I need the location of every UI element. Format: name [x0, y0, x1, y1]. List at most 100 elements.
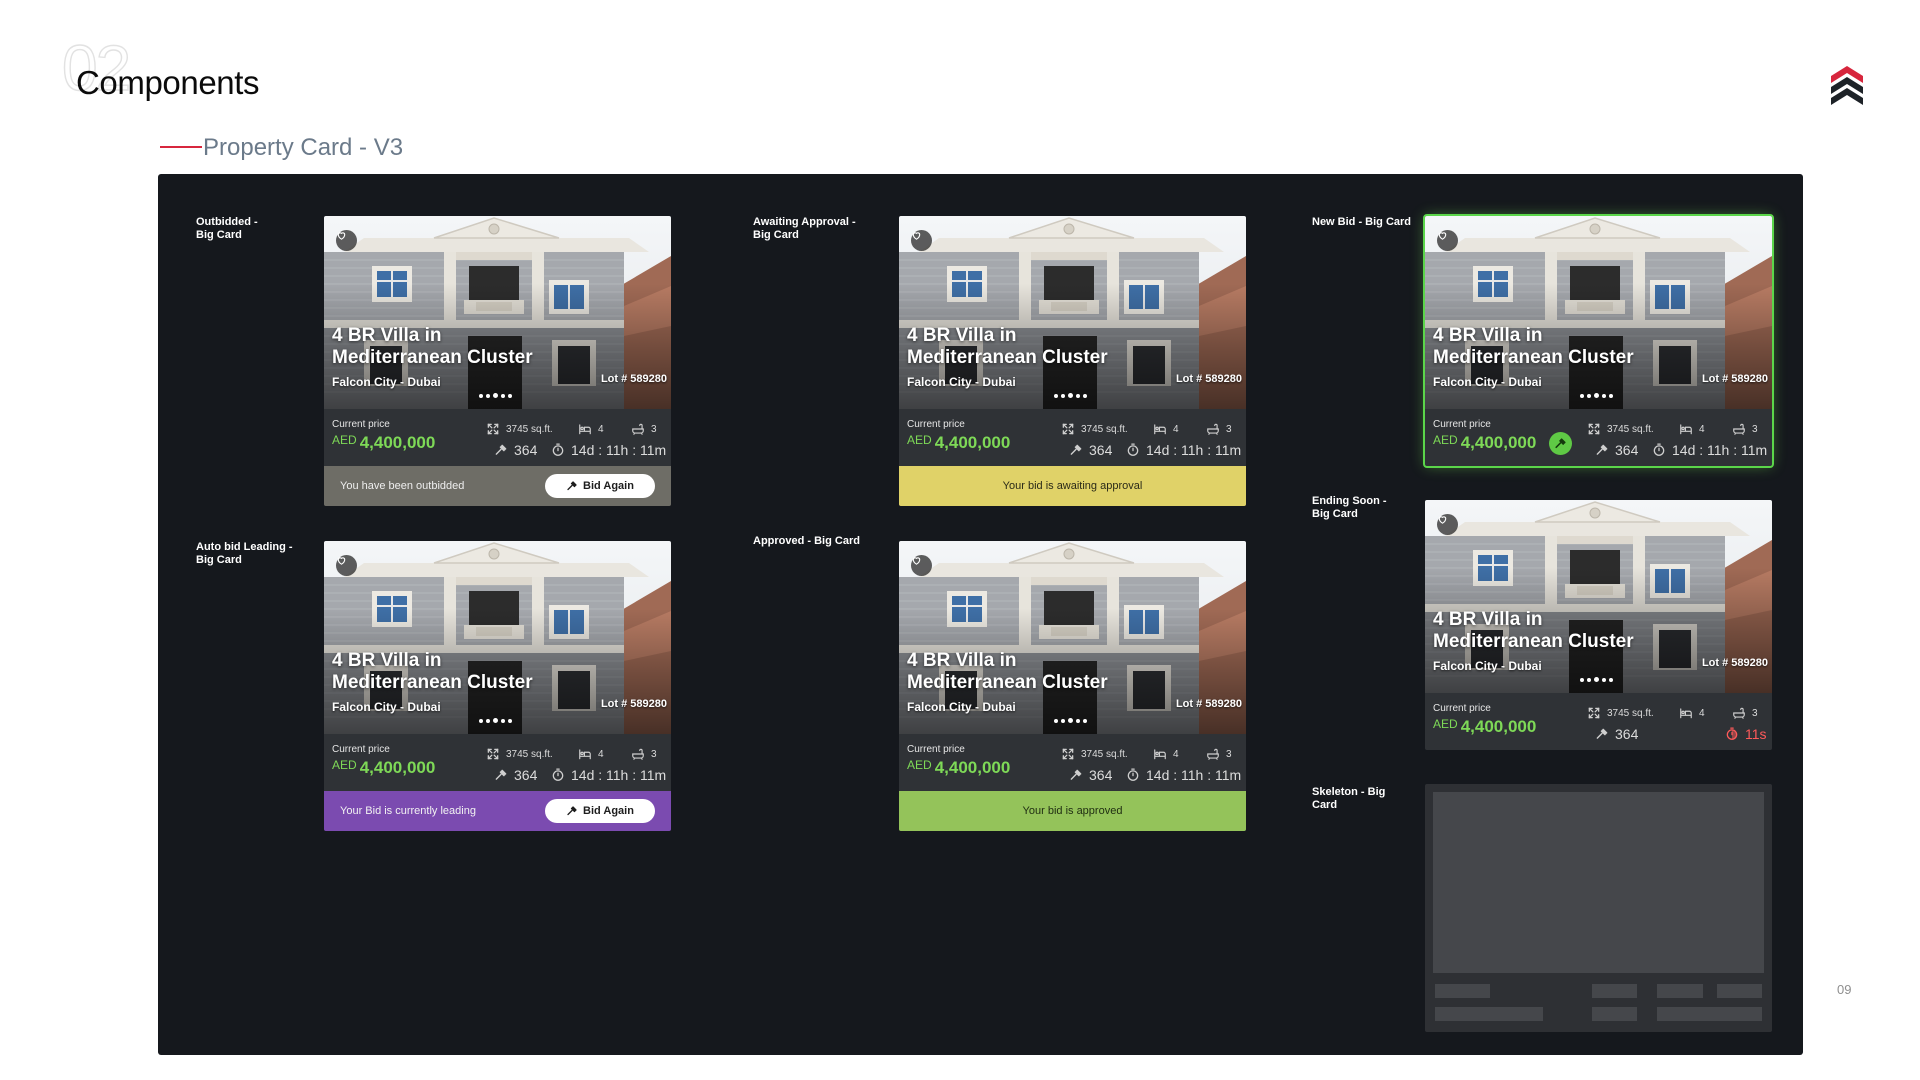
carousel-dots[interactable]	[1580, 677, 1613, 682]
beds-value: 4	[598, 423, 604, 435]
baths-value: 3	[1752, 423, 1758, 435]
property-location: Falcon City - Dubai	[1433, 375, 1542, 389]
price-amount: 4,400,000	[359, 758, 436, 777]
area-stat: 3745 sq.ft.	[1587, 422, 1654, 436]
stopwatch-icon	[1126, 443, 1140, 457]
property-photo[interactable]: 4 BR Villa in Mediterranean Cluster Falc…	[1425, 500, 1772, 693]
status-message: Your bid is approved	[1022, 805, 1123, 817]
property-photo[interactable]: 4 BR Villa in Mediterranean Cluster Falc…	[1425, 216, 1772, 409]
card-info: Current price AED 4,400,000 3745 sq.ft. 4…	[324, 409, 671, 464]
property-title: 4 BR Villa in Mediterranean Cluster	[1433, 325, 1634, 368]
carousel-dots[interactable]	[479, 718, 512, 723]
price-label: Current price	[907, 419, 965, 430]
property-location: Falcon City - Dubai	[332, 700, 441, 714]
beds-stat: 4	[1679, 422, 1705, 436]
property-title: 4 BR Villa in Mediterranean Cluster	[1433, 609, 1634, 652]
lot-number: Lot # 589280	[1701, 657, 1768, 669]
gavel-icon	[1069, 443, 1083, 457]
carousel-dots[interactable]	[479, 393, 512, 398]
property-card-outbidded[interactable]: 4 BR Villa in Mediterranean Cluster Falc…	[324, 216, 671, 506]
currency: AED	[907, 758, 932, 772]
price-label: Current price	[1433, 419, 1491, 430]
stopwatch-icon	[1652, 443, 1666, 457]
property-title: 4 BR Villa in Mediterranean Cluster	[332, 325, 533, 368]
label-outbidded: Outbidded - Big Card	[196, 216, 258, 241]
skeleton-line	[1435, 1007, 1543, 1021]
new-bid-badge	[1549, 432, 1572, 455]
property-card-auto-bid-leading[interactable]: 4 BR Villa in Mediterranean Cluster Falc…	[324, 541, 671, 831]
favorite-button[interactable]	[1437, 514, 1458, 535]
card-info: Current price AED 4,400,000 3745 sq.ft. 4…	[899, 409, 1246, 464]
baths-value: 3	[1226, 748, 1232, 760]
bathtub-icon	[631, 747, 645, 761]
price-label: Current price	[1433, 703, 1491, 714]
bid-again-button[interactable]: Bid Again	[545, 799, 655, 823]
skeleton-line	[1592, 984, 1637, 998]
property-photo[interactable]: 4 BR Villa in Mediterranean Cluster Falc…	[899, 541, 1246, 734]
gavel-icon	[494, 443, 508, 457]
heart-icon	[911, 230, 922, 241]
time-left-stat: 14d : 11h : 11m	[551, 767, 666, 783]
lot-number: Lot # 589280	[1175, 373, 1242, 385]
skeleton-line	[1435, 984, 1490, 998]
expand-arrows-icon	[486, 422, 500, 436]
property-photo[interactable]: 4 BR Villa in Mediterranean Cluster Falc…	[324, 216, 671, 409]
favorite-button[interactable]	[911, 230, 932, 251]
favorite-button[interactable]	[336, 230, 357, 251]
bids-value: 364	[514, 442, 538, 458]
time-left-value: 14d : 11h : 11m	[1672, 442, 1768, 458]
area-value: 3745 sq.ft.	[1081, 423, 1128, 435]
time-left-value: 14d : 11h : 11m	[1146, 767, 1242, 783]
price-label: Current price	[332, 744, 390, 755]
favorite-button[interactable]	[1437, 230, 1458, 251]
property-card-approved[interactable]: 4 BR Villa in Mediterranean Cluster Falc…	[899, 541, 1246, 831]
gavel-icon	[1595, 443, 1609, 457]
label-new-bid: New Bid - Big Card	[1312, 216, 1412, 228]
bid-again-button[interactable]: Bid Again	[545, 474, 655, 498]
property-location: Falcon City - Dubai	[332, 375, 441, 389]
currency: AED	[332, 433, 357, 447]
area-value: 3745 sq.ft.	[1607, 707, 1654, 719]
current-price: AED 4,400,000	[1433, 433, 1536, 453]
label-awaiting: Awaiting Approval - Big Card	[753, 216, 856, 241]
price-amount: 4,400,000	[934, 433, 1011, 452]
baths-stat: 3	[1206, 422, 1232, 436]
current-price: AED 4,400,000	[1433, 717, 1536, 737]
baths-stat: 3	[631, 747, 657, 761]
area-stat: 3745 sq.ft.	[1061, 747, 1128, 761]
skeleton-line	[1657, 984, 1703, 998]
status-message: Your bid is awaiting approval	[1002, 480, 1143, 492]
stopwatch-icon	[551, 443, 565, 457]
property-card-ending-soon[interactable]: 4 BR Villa in Mediterranean Cluster Falc…	[1425, 500, 1772, 750]
carousel-dots[interactable]	[1054, 718, 1087, 723]
page-title: Components	[76, 64, 260, 101]
bids-value: 364	[514, 767, 538, 783]
beds-stat: 4	[1679, 706, 1705, 720]
carousel-dots[interactable]	[1054, 393, 1087, 398]
favorite-button[interactable]	[336, 555, 357, 576]
carousel-dots[interactable]	[1580, 393, 1613, 398]
property-title: 4 BR Villa in Mediterranean Cluster	[907, 325, 1108, 368]
expand-arrows-icon	[1061, 747, 1075, 761]
property-photo[interactable]: 4 BR Villa in Mediterranean Cluster Falc…	[324, 541, 671, 734]
skeleton-line	[1717, 984, 1762, 998]
property-photo[interactable]: 4 BR Villa in Mediterranean Cluster Falc…	[899, 216, 1246, 409]
status-bar-approved: Your bid is approved	[899, 791, 1246, 831]
lot-number: Lot # 589280	[1701, 373, 1768, 385]
slide-number: 09	[1837, 982, 1852, 997]
subtitle-accent-line	[160, 146, 202, 148]
bids-stat: 364	[1069, 442, 1112, 458]
stopwatch-icon	[1725, 727, 1739, 741]
price-amount: 4,400,000	[1460, 433, 1537, 452]
time-left-value: 14d : 11h : 11m	[571, 442, 667, 458]
gavel-icon	[494, 768, 508, 782]
bids-stat: 364	[1595, 726, 1638, 742]
area-stat: 3745 sq.ft.	[1587, 706, 1654, 720]
property-card-new-bid[interactable]: 4 BR Villa in Mediterranean Cluster Falc…	[1423, 214, 1774, 468]
property-card-awaiting[interactable]: 4 BR Villa in Mediterranean Cluster Falc…	[899, 216, 1246, 506]
gavel-icon	[566, 480, 578, 492]
time-left-value: 11s	[1745, 726, 1767, 742]
property-title: 4 BR Villa in Mediterranean Cluster	[332, 650, 533, 693]
label-approved: Approved - Big Card	[753, 535, 860, 547]
favorite-button[interactable]	[911, 555, 932, 576]
